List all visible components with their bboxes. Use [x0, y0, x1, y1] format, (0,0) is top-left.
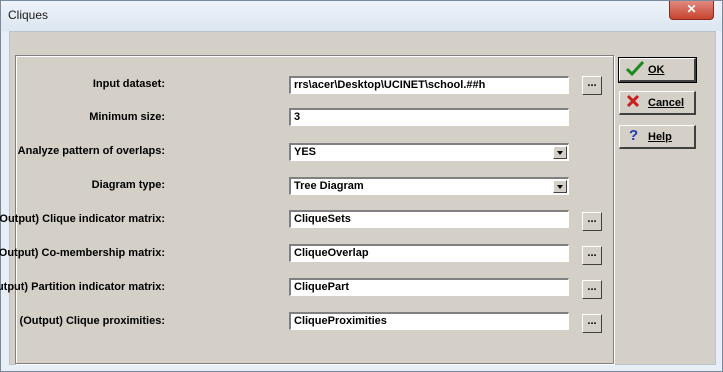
window-title: Cliques [8, 8, 49, 22]
input-dataset-browse-button[interactable]: ... [582, 76, 602, 95]
dialog-body: Input dataset: rrs\acer\Desktop\UCINET\s… [0, 31, 716, 365]
clique-proximities-field[interactable]: CliqueProximities [289, 312, 569, 330]
title-bar: Cliques ✕ [1, 1, 722, 31]
comembership-field[interactable]: CliqueOverlap [289, 244, 569, 262]
partition-indicator-field[interactable]: CliquePart [289, 278, 569, 296]
cancel-label: Cancel [648, 97, 685, 109]
diagram-type-label: Diagram type: [91, 179, 165, 191]
clique-indicator-field[interactable]: CliqueSets [289, 210, 569, 228]
question-icon: ? [629, 127, 639, 144]
close-icon: ✕ [686, 2, 697, 16]
clique-indicator-browse-button[interactable]: ... [582, 212, 602, 231]
partition-indicator-label: (Output) Partition indicator matrix: [0, 281, 165, 293]
comembership-browse-button[interactable]: ... [582, 246, 602, 265]
cancel-button[interactable]: Cancel [619, 91, 696, 115]
analyze-overlaps-label: Analyze pattern of overlaps: [17, 145, 165, 157]
chevron-down-icon[interactable] [553, 146, 567, 159]
help-button[interactable]: ? Help [619, 125, 696, 149]
input-dataset-label: Input dataset: [92, 78, 165, 90]
clique-proximities-browse-button[interactable]: ... [582, 314, 602, 333]
clique-indicator-label: (Output) Clique indicator matrix: [0, 213, 165, 225]
minimum-size-field[interactable]: 3 [289, 108, 569, 126]
cliques-dialog: Cliques ✕ Input dataset: rrs\acer\Deskto… [0, 0, 723, 372]
analyze-overlaps-select[interactable]: YES [289, 143, 569, 161]
clique-proximities-label: (Output) Clique proximities: [19, 315, 165, 327]
close-button[interactable]: ✕ [669, 1, 714, 20]
analyze-overlaps-value: YES [294, 146, 317, 158]
diagram-type-select[interactable]: Tree Diagram [289, 177, 569, 195]
diagram-type-value: Tree Diagram [294, 180, 364, 192]
checkmark-icon [625, 60, 645, 81]
minimum-size-label: Minimum size: [89, 111, 165, 123]
help-label: Help [648, 131, 672, 143]
x-icon [626, 94, 640, 112]
ok-button[interactable]: OK [618, 57, 697, 83]
ok-label: OK [648, 64, 665, 76]
partition-indicator-browse-button[interactable]: ... [582, 280, 602, 299]
parameters-group: Input dataset: rrs\acer\Desktop\UCINET\s… [0, 55, 614, 364]
chevron-down-icon[interactable] [553, 180, 567, 193]
input-dataset-field[interactable]: rrs\acer\Desktop\UCINET\school.##h [289, 76, 569, 94]
comembership-label: (Output) Co-membership matrix: [0, 247, 165, 259]
